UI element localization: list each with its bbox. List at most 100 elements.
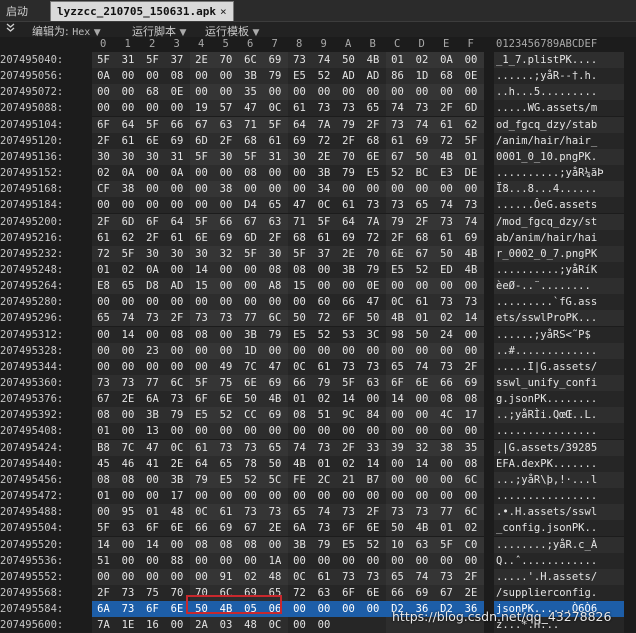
hex-row[interactable]: 207495360: 73 73 77 6C 5F 75 6E 69 66 79 5F 63 6F 6E 66… <box>0 375 636 391</box>
hex-byte[interactable]: 00 <box>239 278 262 294</box>
hex-byte[interactable]: 73 <box>362 197 385 213</box>
hex-byte[interactable]: 5F <box>141 117 164 133</box>
hex-byte[interactable]: 0E <box>166 84 189 100</box>
hex-byte[interactable]: 67 <box>435 585 458 601</box>
hex-byte[interactable]: 50 <box>362 310 385 326</box>
hex-byte[interactable]: 67 <box>92 391 115 407</box>
hex-byte[interactable]: 00 <box>288 423 311 439</box>
hex-byte[interactable]: 2F <box>166 310 189 326</box>
hex-byte[interactable]: 6F <box>141 214 164 230</box>
hex-byte[interactable]: 00 <box>215 84 238 100</box>
hex-byte[interactable]: 00 <box>411 553 434 569</box>
hex-row[interactable]: 207495472: 01 00 00 17 00 00 00 00 00 00 00 00 00 00 00… <box>0 488 636 505</box>
hex-byte[interactable]: 2F <box>337 133 360 149</box>
hex-row[interactable]: 207495392: 08 00 3B 79 E5 52 CC 69 08 51 9C 84 00 00 4C… <box>0 407 636 424</box>
hex-byte[interactable]: 6E <box>190 230 213 246</box>
hex-byte[interactable]: ED <box>435 262 458 278</box>
hex-byte[interactable]: 6F <box>141 520 164 536</box>
hex-byte[interactable]: 64 <box>337 214 360 230</box>
hex-byte[interactable]: 02 <box>92 165 115 181</box>
hex-byte[interactable]: 61 <box>435 117 458 133</box>
hex-byte[interactable]: 50 <box>386 520 409 536</box>
hex-byte[interactable]: 00 <box>141 181 164 197</box>
hex-byte[interactable]: 52 <box>313 327 336 343</box>
hex-byte[interactable]: 00 <box>117 84 140 100</box>
hex-byte[interactable]: 63 <box>313 585 336 601</box>
hex-byte[interactable]: 73 <box>386 117 409 133</box>
hex-byte[interactable]: 08 <box>460 391 483 407</box>
hex-row[interactable]: 207495056: 0A 00 00 08 00 00 3B 79 E5 52 AD AD 86 1D 68… <box>0 68 636 85</box>
hex-byte[interactable]: 00 <box>141 472 164 488</box>
hex-byte[interactable]: 00 <box>166 617 189 633</box>
hex-byte[interactable]: 02 <box>337 456 360 472</box>
hex-byte[interactable]: 00 <box>264 84 287 100</box>
hex-byte[interactable]: 6D <box>460 100 483 116</box>
hex-byte[interactable]: 73 <box>141 310 164 326</box>
hex-byte[interactable]: 00 <box>435 553 458 569</box>
hex-byte[interactable]: 2E <box>313 149 336 165</box>
hex-byte[interactable]: 61 <box>435 230 458 246</box>
hex-byte[interactable]: 00 <box>190 294 213 310</box>
hex-byte[interactable]: 00 <box>288 181 311 197</box>
hex-byte[interactable]: 4C <box>435 407 458 423</box>
hex-byte[interactable]: 63 <box>215 117 238 133</box>
hex-byte[interactable]: 65 <box>264 440 287 456</box>
hex-byte[interactable]: 00 <box>288 294 311 310</box>
hex-row[interactable]: 207495408: 01 00 13 00 00 00 00 00 00 00 00 00 00 00 00… <box>0 423 636 440</box>
hex-byte[interactable]: 00 <box>141 569 164 585</box>
hex-byte[interactable]: 50 <box>337 52 360 68</box>
hex-byte[interactable]: 00 <box>460 343 483 359</box>
hex-byte[interactable]: 24 <box>435 327 458 343</box>
hex-byte[interactable]: 00 <box>386 407 409 423</box>
hex-byte[interactable]: 1A <box>264 553 287 569</box>
hex-byte[interactable]: 65 <box>92 310 115 326</box>
hex-byte[interactable]: CF <box>92 181 115 197</box>
hex-byte[interactable]: 63 <box>117 520 140 536</box>
hex-byte[interactable]: 74 <box>435 197 458 213</box>
hex-byte[interactable]: 00 <box>435 472 458 488</box>
hex-byte[interactable]: 69 <box>264 407 287 423</box>
hex-byte[interactable]: 72 <box>313 310 336 326</box>
hex-row[interactable]: 207495456: 08 08 00 3B 79 E5 52 5C FE 2C 21 B7 00 00 00… <box>0 471 636 488</box>
hex-byte[interactable]: 0A <box>92 68 115 84</box>
hex-byte[interactable]: 73 <box>117 601 140 617</box>
hex-byte[interactable]: 0C <box>288 359 311 375</box>
hex-byte[interactable]: 01 <box>288 391 311 407</box>
hex-byte[interactable]: 2F <box>362 117 385 133</box>
hex-byte[interactable]: 79 <box>337 165 360 181</box>
hex-byte[interactable]: 5F <box>190 149 213 165</box>
hex-byte[interactable]: 00 <box>337 84 360 100</box>
hex-byte[interactable]: 08 <box>239 165 262 181</box>
hex-byte[interactable]: 61 <box>386 133 409 149</box>
hex-row[interactable]: 207495280: 00 00 00 00 00 00 00 00 00 60 66 47 0C 61 73… <box>0 294 636 311</box>
hex-byte[interactable]: 08 <box>264 262 287 278</box>
hex-byte[interactable]: 64 <box>166 214 189 230</box>
hex-byte[interactable]: 0C <box>264 100 287 116</box>
hex-byte[interactable]: 00 <box>239 423 262 439</box>
hex-byte[interactable]: 6C <box>239 52 262 68</box>
hex-byte[interactable]: 14 <box>117 327 140 343</box>
hex-byte[interactable]: E3 <box>435 165 458 181</box>
hex-byte[interactable]: 5C <box>264 472 287 488</box>
hex-byte[interactable]: E5 <box>362 165 385 181</box>
hex-byte[interactable]: 50 <box>411 327 434 343</box>
hex-byte[interactable]: 73 <box>411 100 434 116</box>
ascii-text[interactable]: _1_7.plistPK.... <box>496 52 597 68</box>
hex-byte[interactable]: 6E <box>362 149 385 165</box>
hex-byte[interactable]: 50 <box>435 246 458 262</box>
hex-byte[interactable]: 30 <box>264 246 287 262</box>
hex-byte[interactable]: 00 <box>411 278 434 294</box>
hex-byte[interactable]: 2F <box>386 230 409 246</box>
hex-byte[interactable]: 00 <box>190 84 213 100</box>
hex-byte[interactable]: 62 <box>460 117 483 133</box>
hex-byte[interactable]: C0 <box>460 537 483 553</box>
hex-byte[interactable]: 79 <box>362 262 385 278</box>
hex-byte[interactable]: 03 <box>215 617 238 633</box>
hex-byte[interactable]: 52 <box>313 68 336 84</box>
hex-byte[interactable]: 00 <box>264 165 287 181</box>
hex-byte[interactable]: 00 <box>239 262 262 278</box>
hex-byte[interactable]: 00 <box>411 472 434 488</box>
hex-byte[interactable]: 68 <box>411 230 434 246</box>
hex-byte[interactable]: 15 <box>190 278 213 294</box>
hex-byte[interactable]: 48 <box>264 569 287 585</box>
